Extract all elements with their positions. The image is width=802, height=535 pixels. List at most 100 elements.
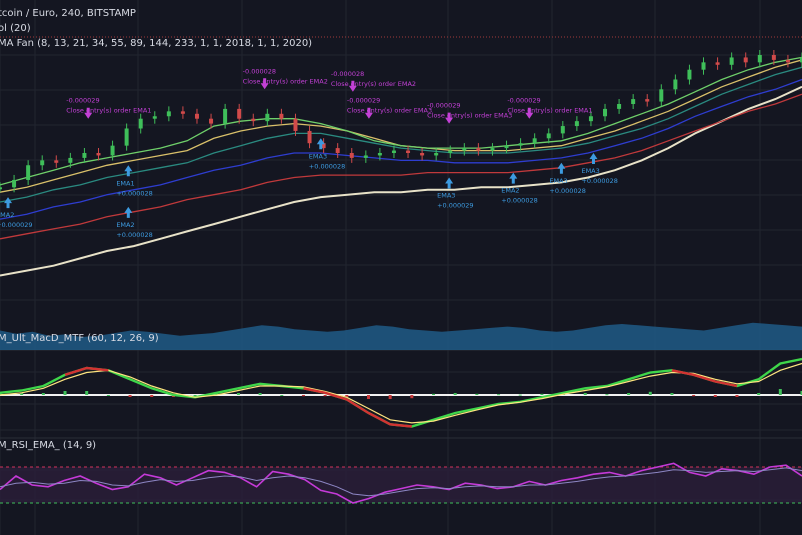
candle-body [574, 121, 579, 127]
macd-histogram-bar [106, 395, 110, 396]
buy-arrow-icon [557, 162, 566, 174]
price-title-line-1: tcoin / Euro, 240, BITSTAMP [0, 8, 136, 19]
candle-body [715, 62, 720, 65]
buy-signal-label: +0.000029 [437, 202, 473, 210]
candle-body [110, 145, 115, 156]
macd-histogram-bar [236, 393, 240, 395]
candle-body [546, 133, 551, 139]
candle-body [701, 62, 706, 70]
sell-signal-label: Close entry(s) order EMA2 [243, 77, 328, 85]
candle-body [420, 153, 425, 156]
candle-body [138, 118, 143, 129]
candle-body [124, 128, 129, 146]
macd-histogram-bar [388, 395, 392, 399]
macd-histogram-bar [280, 395, 284, 396]
buy-signal-label: +0.000028 [116, 189, 152, 197]
buy-signal-label: +0.000028 [581, 177, 617, 185]
price-panel: EMA2+0.000029EMA2+0.000028EMA1+0.000028E… [0, 50, 802, 350]
candle-body [490, 148, 495, 151]
macd-histogram-bar [366, 395, 370, 399]
sell-signal: -0.000029 Close entry(s) order EMA3 [347, 97, 432, 119]
macd-red-segment [671, 369, 738, 388]
candle-body [166, 111, 171, 117]
candle-body [406, 150, 411, 153]
macd-histogram-bar [453, 393, 457, 395]
candle-body [0, 187, 2, 190]
candle-body [588, 116, 593, 122]
candle-body [293, 118, 298, 131]
candle-body [152, 116, 157, 119]
buy-signal-label: +0.000028 [309, 162, 345, 170]
candle-body [617, 104, 622, 109]
macd-histogram-bar [85, 391, 89, 395]
buy-signal-label: +0.000028 [549, 187, 585, 195]
sell-signal-label: -0.000029 [507, 97, 540, 105]
buy-signal-label: EMA3 [549, 177, 567, 185]
rsi-title: M_RSI_EMA_ (14, 9) [0, 440, 96, 451]
buy-arrow-icon [445, 177, 454, 189]
candle-body [349, 153, 354, 158]
sell-signal-label: -0.000029 [347, 97, 380, 105]
sell-signal-label: -0.000028 [243, 67, 276, 75]
sell-signal: -0.000029 Close entry(s) order EMA3 [427, 102, 512, 124]
ema-line-5 [0, 56, 802, 186]
candle-body [26, 165, 31, 180]
macd-histogram-bar [410, 395, 414, 399]
macd-histogram-bar [648, 391, 652, 395]
macd-histogram-bar [301, 395, 305, 397]
macd-histogram-bar [605, 394, 609, 396]
candle-body [12, 179, 17, 188]
macd-histogram-bar [540, 393, 544, 395]
ema-line-2 [0, 78, 802, 220]
price-title-line-3: MA Fan (8, 13, 21, 34, 55, 89, 144, 233,… [0, 38, 312, 49]
candle-body [659, 89, 664, 102]
buy-signal-label: EMA2 [0, 211, 14, 219]
macd-histogram-bar [735, 395, 739, 397]
candle-body [96, 153, 101, 156]
macd-histogram-bar [692, 395, 696, 397]
buy-arrow-icon [509, 172, 518, 184]
sell-signal-label: -0.000028 [331, 70, 364, 78]
macd-histogram-bar [518, 394, 522, 396]
chart-canvas: EMA2+0.000029EMA2+0.000028EMA1+0.000028E… [0, 0, 802, 535]
candle-body [560, 126, 565, 134]
buy-arrow-icon [4, 197, 13, 209]
sell-signal-label: -0.000029 [427, 102, 460, 110]
macd-histogram-bar [757, 393, 761, 395]
macd-histogram-bar [258, 393, 262, 395]
candle-body [391, 150, 396, 153]
buy-signal-label: EMA2 [501, 187, 519, 195]
candle-body [54, 160, 59, 163]
ema-line-1 [0, 93, 802, 240]
sell-signal-label: Close entry(s) order EMA2 [331, 80, 416, 88]
candle-body [265, 113, 270, 122]
macd-histogram-bar [583, 393, 587, 395]
candle-body [743, 57, 748, 63]
macd-histogram-bar [41, 393, 45, 395]
buy-signal-label: EMA2 [116, 221, 134, 229]
macd-title: M_Ult_MacD_MTF (60, 12, 26, 9) [0, 333, 159, 344]
candle-body [194, 113, 199, 119]
sell-signal-label: Close entry(s) order EMA3 [427, 112, 512, 120]
sell-signal-label: Close entry(s) order EMA1 [507, 107, 592, 115]
candle-body [434, 153, 439, 156]
macd-histogram-bar [323, 395, 327, 397]
macd-histogram-bar [713, 395, 717, 397]
candle-body [771, 55, 776, 60]
candle-body [757, 55, 762, 63]
sell-signal: -0.000028 Close entry(s) order EMA2 [331, 70, 416, 92]
candle-body [180, 111, 185, 114]
candle-body [518, 143, 523, 146]
buy-signal-label: +0.000028 [116, 231, 152, 239]
macd-histogram-bar [63, 391, 67, 395]
candle-body [209, 118, 214, 124]
candle-body [40, 160, 45, 166]
rsi-panel [0, 462, 802, 504]
candle-body [279, 113, 284, 119]
macd-histogram-bar [670, 393, 674, 395]
price-title-line-2: ol (20) [0, 23, 31, 34]
candle-body [673, 79, 678, 90]
candle-body [631, 99, 636, 104]
candle-body [307, 130, 312, 144]
candle-body [603, 108, 608, 117]
